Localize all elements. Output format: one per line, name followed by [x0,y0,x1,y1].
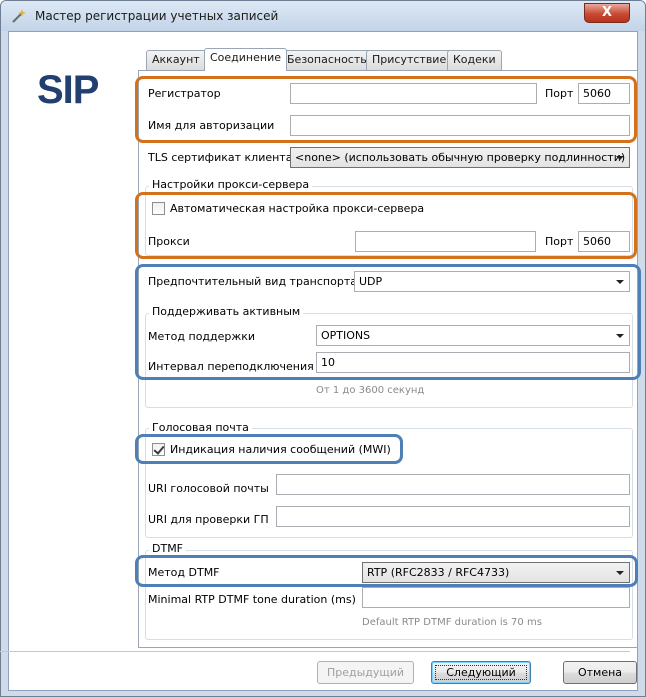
registrar-port-label: Порт [545,87,574,100]
previous-button[interactable]: Предыдущий [317,661,414,684]
chevron-down-icon [616,280,624,284]
tls-cert-label: TLS сертификат клиента [148,151,293,164]
dtmf-method-label: Метод DTMF [148,566,220,579]
transport-label: Предпочтительный вид транспорта [148,275,357,288]
voicemail-check-uri-label: URI для проверки ГП [148,513,269,526]
keep-alive-title: Поддерживать активным [149,305,304,318]
window-title: Мастер регистрации учетных записей [35,9,279,23]
auth-name-input[interactable] [290,115,630,136]
proxy-settings-title: Настройки прокси-сервера [149,178,313,191]
auto-proxy-checkbox[interactable] [152,202,165,215]
wizard-wand-icon [12,9,26,23]
tab-presence[interactable]: Присутствие [366,50,453,70]
tls-cert-value: <none> (использовать обычную проверку по… [295,151,626,164]
tls-cert-select[interactable]: <none> (использовать обычную проверку по… [290,147,630,168]
keep-alive-method-select[interactable]: OPTIONS [316,325,630,346]
proxy-label: Прокси [148,235,190,248]
transport-select[interactable]: UDP [354,271,630,292]
transport-value: UDP [359,275,383,288]
voicemail-uri-input[interactable] [276,474,630,495]
voicemail-title: Голосовая почта [149,421,252,434]
voicemail-check-uri-input[interactable] [276,506,630,527]
close-button[interactable]: X [584,3,630,23]
dtmf-method-select[interactable]: RTP (RFC2833 / RFC4733) [362,562,630,583]
chevron-down-icon [616,156,624,160]
footer-divider [0,651,630,652]
tab-account[interactable]: Аккаунт [146,50,206,70]
cancel-button[interactable]: Отмена [563,661,637,684]
chevron-down-icon [616,571,624,575]
mwi-checkbox[interactable] [152,443,165,456]
auth-name-label: Имя для авторизации [148,119,275,132]
proxy-input[interactable] [355,231,536,252]
sip-logo: SIP [37,68,99,112]
next-button[interactable]: Следующий [431,661,531,684]
reconnect-interval-label: Интервал переподключения [148,360,314,373]
focus-ring [435,665,527,680]
dtmf-duration-label: Minimal RTP DTMF tone duration (ms) [148,593,356,606]
dtmf-duration-hint: Default RTP DTMF duration is 70 ms [362,617,542,628]
mwi-label: Индикация наличия сообщений (MWI) [170,443,391,456]
dtmf-duration-input[interactable] [362,587,630,608]
proxy-port-input[interactable]: 5060 [578,231,630,252]
keep-alive-method-label: Метод поддержки [148,330,256,343]
title-bar[interactable]: Мастер регистрации учетных записей X [1,1,645,31]
tab-security[interactable]: Безопасность [281,50,373,70]
registrar-port-input[interactable]: 5060 [578,83,630,104]
voicemail-uri-label: URI голосовой почты [148,482,269,495]
dtmf-method-value: RTP (RFC2833 / RFC4733) [367,566,510,579]
tab-connection[interactable]: Соединение [204,48,288,71]
proxy-port-label: Порт [545,235,574,248]
registrar-input[interactable] [290,83,537,104]
reconnect-interval-hint: От 1 до 3600 секунд [316,385,425,396]
keep-alive-method-value: OPTIONS [321,329,371,342]
auto-proxy-label: Автоматическая настройка прокси-сервера [170,202,425,215]
chevron-down-icon [616,334,624,338]
dtmf-title: DTMF [149,542,187,555]
reconnect-interval-input[interactable]: 10 [316,352,630,373]
registrar-label: Регистратор [148,87,221,100]
tab-codecs[interactable]: Кодеки [447,50,502,70]
